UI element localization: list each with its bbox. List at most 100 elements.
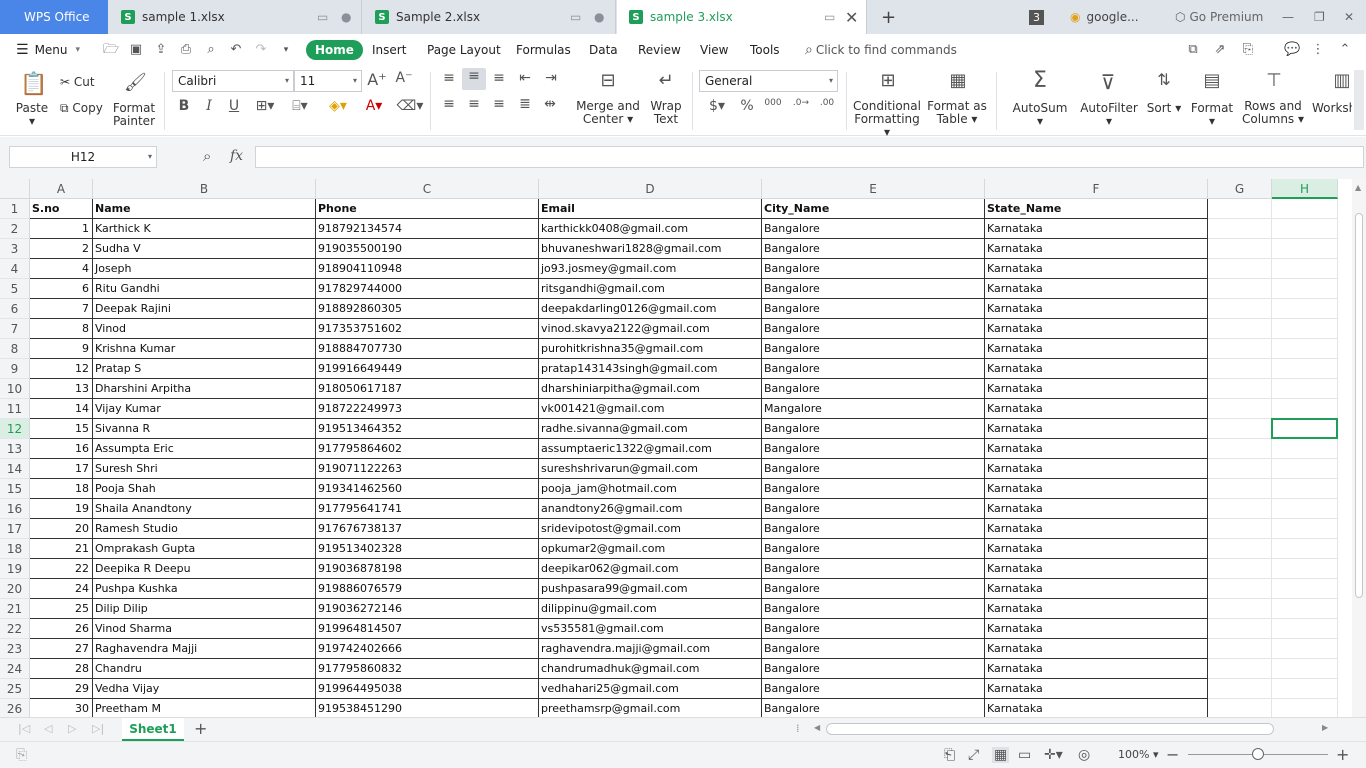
table-cell[interactable]: Bangalore bbox=[762, 279, 985, 299]
align-right-icon[interactable]: ≡ bbox=[490, 96, 508, 112]
table-cell[interactable] bbox=[1272, 599, 1338, 619]
table-cell[interactable]: 919886076579 bbox=[316, 579, 539, 599]
format-painter-icon[interactable]: 🖌 bbox=[124, 72, 147, 93]
table-cell[interactable] bbox=[1272, 659, 1338, 679]
browser-tab[interactable]: ◉ google... bbox=[1070, 0, 1139, 34]
customize-toolbar-icon[interactable]: ▾ bbox=[278, 43, 294, 57]
scroll-right-icon[interactable]: ▶ bbox=[1322, 723, 1328, 732]
row-header[interactable]: 20 bbox=[0, 579, 30, 599]
table-cell[interactable]: Bangalore bbox=[762, 519, 985, 539]
font-size-select[interactable]: 11 ▾ bbox=[294, 70, 362, 92]
table-cell[interactable]: radhe.sivanna@gmail.com bbox=[539, 419, 762, 439]
column-header-d[interactable]: D bbox=[539, 179, 762, 199]
font-name-select[interactable]: Calibri ▾ bbox=[172, 70, 294, 92]
table-cell[interactable]: Karnataka bbox=[985, 479, 1208, 499]
header-cell[interactable]: Phone bbox=[316, 199, 539, 219]
table-cell[interactable]: Vijay Kumar bbox=[93, 399, 316, 419]
table-cell[interactable]: Deepika R Deepu bbox=[93, 559, 316, 579]
table-cell[interactable]: Bangalore bbox=[762, 479, 985, 499]
table-cell[interactable] bbox=[1272, 199, 1338, 219]
wps-office-tab[interactable]: WPS Office bbox=[0, 0, 108, 34]
window-icon[interactable]: ▭ bbox=[824, 10, 835, 24]
table-cell[interactable]: 19 bbox=[30, 499, 93, 519]
zoom-level[interactable]: 100% ▾ bbox=[1118, 748, 1158, 761]
split-handle-icon[interactable]: ⁞ bbox=[796, 722, 800, 735]
normal-view-icon[interactable]: ▦ bbox=[992, 747, 1010, 763]
table-cell[interactable]: Bangalore bbox=[762, 599, 985, 619]
first-sheet-icon[interactable]: |◁ bbox=[18, 722, 30, 735]
tab-sample-3[interactable]: S sample 3.xlsx ▭ ✕ bbox=[617, 0, 867, 34]
table-cell[interactable]: Karnataka bbox=[985, 419, 1208, 439]
conditional-formatting-button[interactable]: Conditional Formatting ▾ bbox=[850, 100, 924, 139]
format-as-table-icon[interactable]: ▦ bbox=[946, 70, 970, 91]
table-cell[interactable]: 12 bbox=[30, 359, 93, 379]
row-header[interactable]: 21 bbox=[0, 599, 30, 619]
table-cell[interactable]: Bangalore bbox=[762, 419, 985, 439]
table-cell[interactable]: 25 bbox=[30, 599, 93, 619]
table-cell[interactable] bbox=[1272, 699, 1338, 717]
sort-button[interactable]: Sort ▾ bbox=[1146, 102, 1182, 115]
increase-decimal-icon[interactable]: .0→ bbox=[790, 98, 812, 108]
table-cell[interactable]: Karnataka bbox=[985, 299, 1208, 319]
table-cell[interactable]: Bangalore bbox=[762, 379, 985, 399]
table-cell[interactable]: Karnataka bbox=[985, 219, 1208, 239]
table-cell[interactable] bbox=[1272, 479, 1338, 499]
table-cell[interactable]: sureshshrivarun@gmail.com bbox=[539, 459, 762, 479]
full-screen-icon[interactable]: ⤢ bbox=[968, 747, 979, 763]
table-cell[interactable] bbox=[1208, 439, 1272, 459]
table-cell[interactable] bbox=[1208, 599, 1272, 619]
column-header-a[interactable]: A bbox=[30, 179, 93, 199]
table-cell[interactable]: Bangalore bbox=[762, 259, 985, 279]
row-header[interactable]: 2 bbox=[0, 219, 30, 239]
table-cell[interactable]: Bangalore bbox=[762, 339, 985, 359]
table-cell[interactable]: Karnataka bbox=[985, 359, 1208, 379]
header-cell[interactable]: Name bbox=[93, 199, 316, 219]
table-cell[interactable]: 6 bbox=[30, 279, 93, 299]
table-cell[interactable]: Karnataka bbox=[985, 579, 1208, 599]
go-premium-button[interactable]: ⬡ Go Premium bbox=[1175, 0, 1263, 34]
table-cell[interactable] bbox=[1272, 619, 1338, 639]
table-cell[interactable]: 14 bbox=[30, 399, 93, 419]
table-cell[interactable] bbox=[1208, 299, 1272, 319]
underline-icon[interactable]: U bbox=[226, 98, 242, 114]
table-cell[interactable] bbox=[1208, 339, 1272, 359]
table-cell[interactable]: 20 bbox=[30, 519, 93, 539]
horizontal-scroll-thumb[interactable] bbox=[826, 723, 1274, 735]
export-icon[interactable]: ⇪ bbox=[153, 43, 169, 57]
table-cell[interactable]: Bangalore bbox=[762, 679, 985, 699]
thousands-icon[interactable]: 000 bbox=[762, 98, 784, 108]
merge-center-button[interactable]: Merge and Center ▾ bbox=[572, 100, 644, 126]
column-header-b[interactable]: B bbox=[93, 179, 316, 199]
table-cell[interactable]: 919071122263 bbox=[316, 459, 539, 479]
add-sheet-icon[interactable]: + bbox=[194, 719, 207, 738]
table-cell[interactable] bbox=[1208, 679, 1272, 699]
tab-insert[interactable]: Insert bbox=[372, 34, 406, 66]
table-cell[interactable] bbox=[1208, 419, 1272, 439]
header-cell[interactable]: Email bbox=[539, 199, 762, 219]
zoom-in-icon[interactable]: + bbox=[1336, 745, 1349, 764]
table-cell[interactable]: Preetham M bbox=[93, 699, 316, 717]
table-cell[interactable]: Ramesh Studio bbox=[93, 519, 316, 539]
table-cell[interactable]: 918884707730 bbox=[316, 339, 539, 359]
table-cell[interactable]: 1 bbox=[30, 219, 93, 239]
next-sheet-icon[interactable]: ▷ bbox=[68, 722, 76, 735]
table-cell[interactable] bbox=[1272, 399, 1338, 419]
table-cell[interactable]: Bangalore bbox=[762, 499, 985, 519]
table-cell[interactable]: Suresh Shri bbox=[93, 459, 316, 479]
fill-color-icon[interactable]: ◈▾ bbox=[324, 98, 352, 114]
table-cell[interactable]: dharshiniarpitha@gmail.com bbox=[539, 379, 762, 399]
row-header[interactable]: 25 bbox=[0, 679, 30, 699]
zoom-slider-handle[interactable] bbox=[1252, 748, 1264, 760]
table-cell[interactable]: 919036272146 bbox=[316, 599, 539, 619]
number-format-select[interactable]: General ▾ bbox=[699, 70, 838, 92]
table-cell[interactable]: Bangalore bbox=[762, 699, 985, 717]
table-cell[interactable] bbox=[1272, 279, 1338, 299]
table-cell[interactable] bbox=[1272, 499, 1338, 519]
table-cell[interactable]: Karnataka bbox=[985, 519, 1208, 539]
table-cell[interactable]: Bangalore bbox=[762, 319, 985, 339]
table-cell[interactable]: 919742402666 bbox=[316, 639, 539, 659]
wrap-text-icon[interactable]: ↵ bbox=[654, 70, 678, 91]
table-cell[interactable]: Dilip Dilip bbox=[93, 599, 316, 619]
table-cell[interactable]: chandrumadhuk@gmail.com bbox=[539, 659, 762, 679]
undo-icon[interactable]: ↶ bbox=[228, 43, 244, 57]
